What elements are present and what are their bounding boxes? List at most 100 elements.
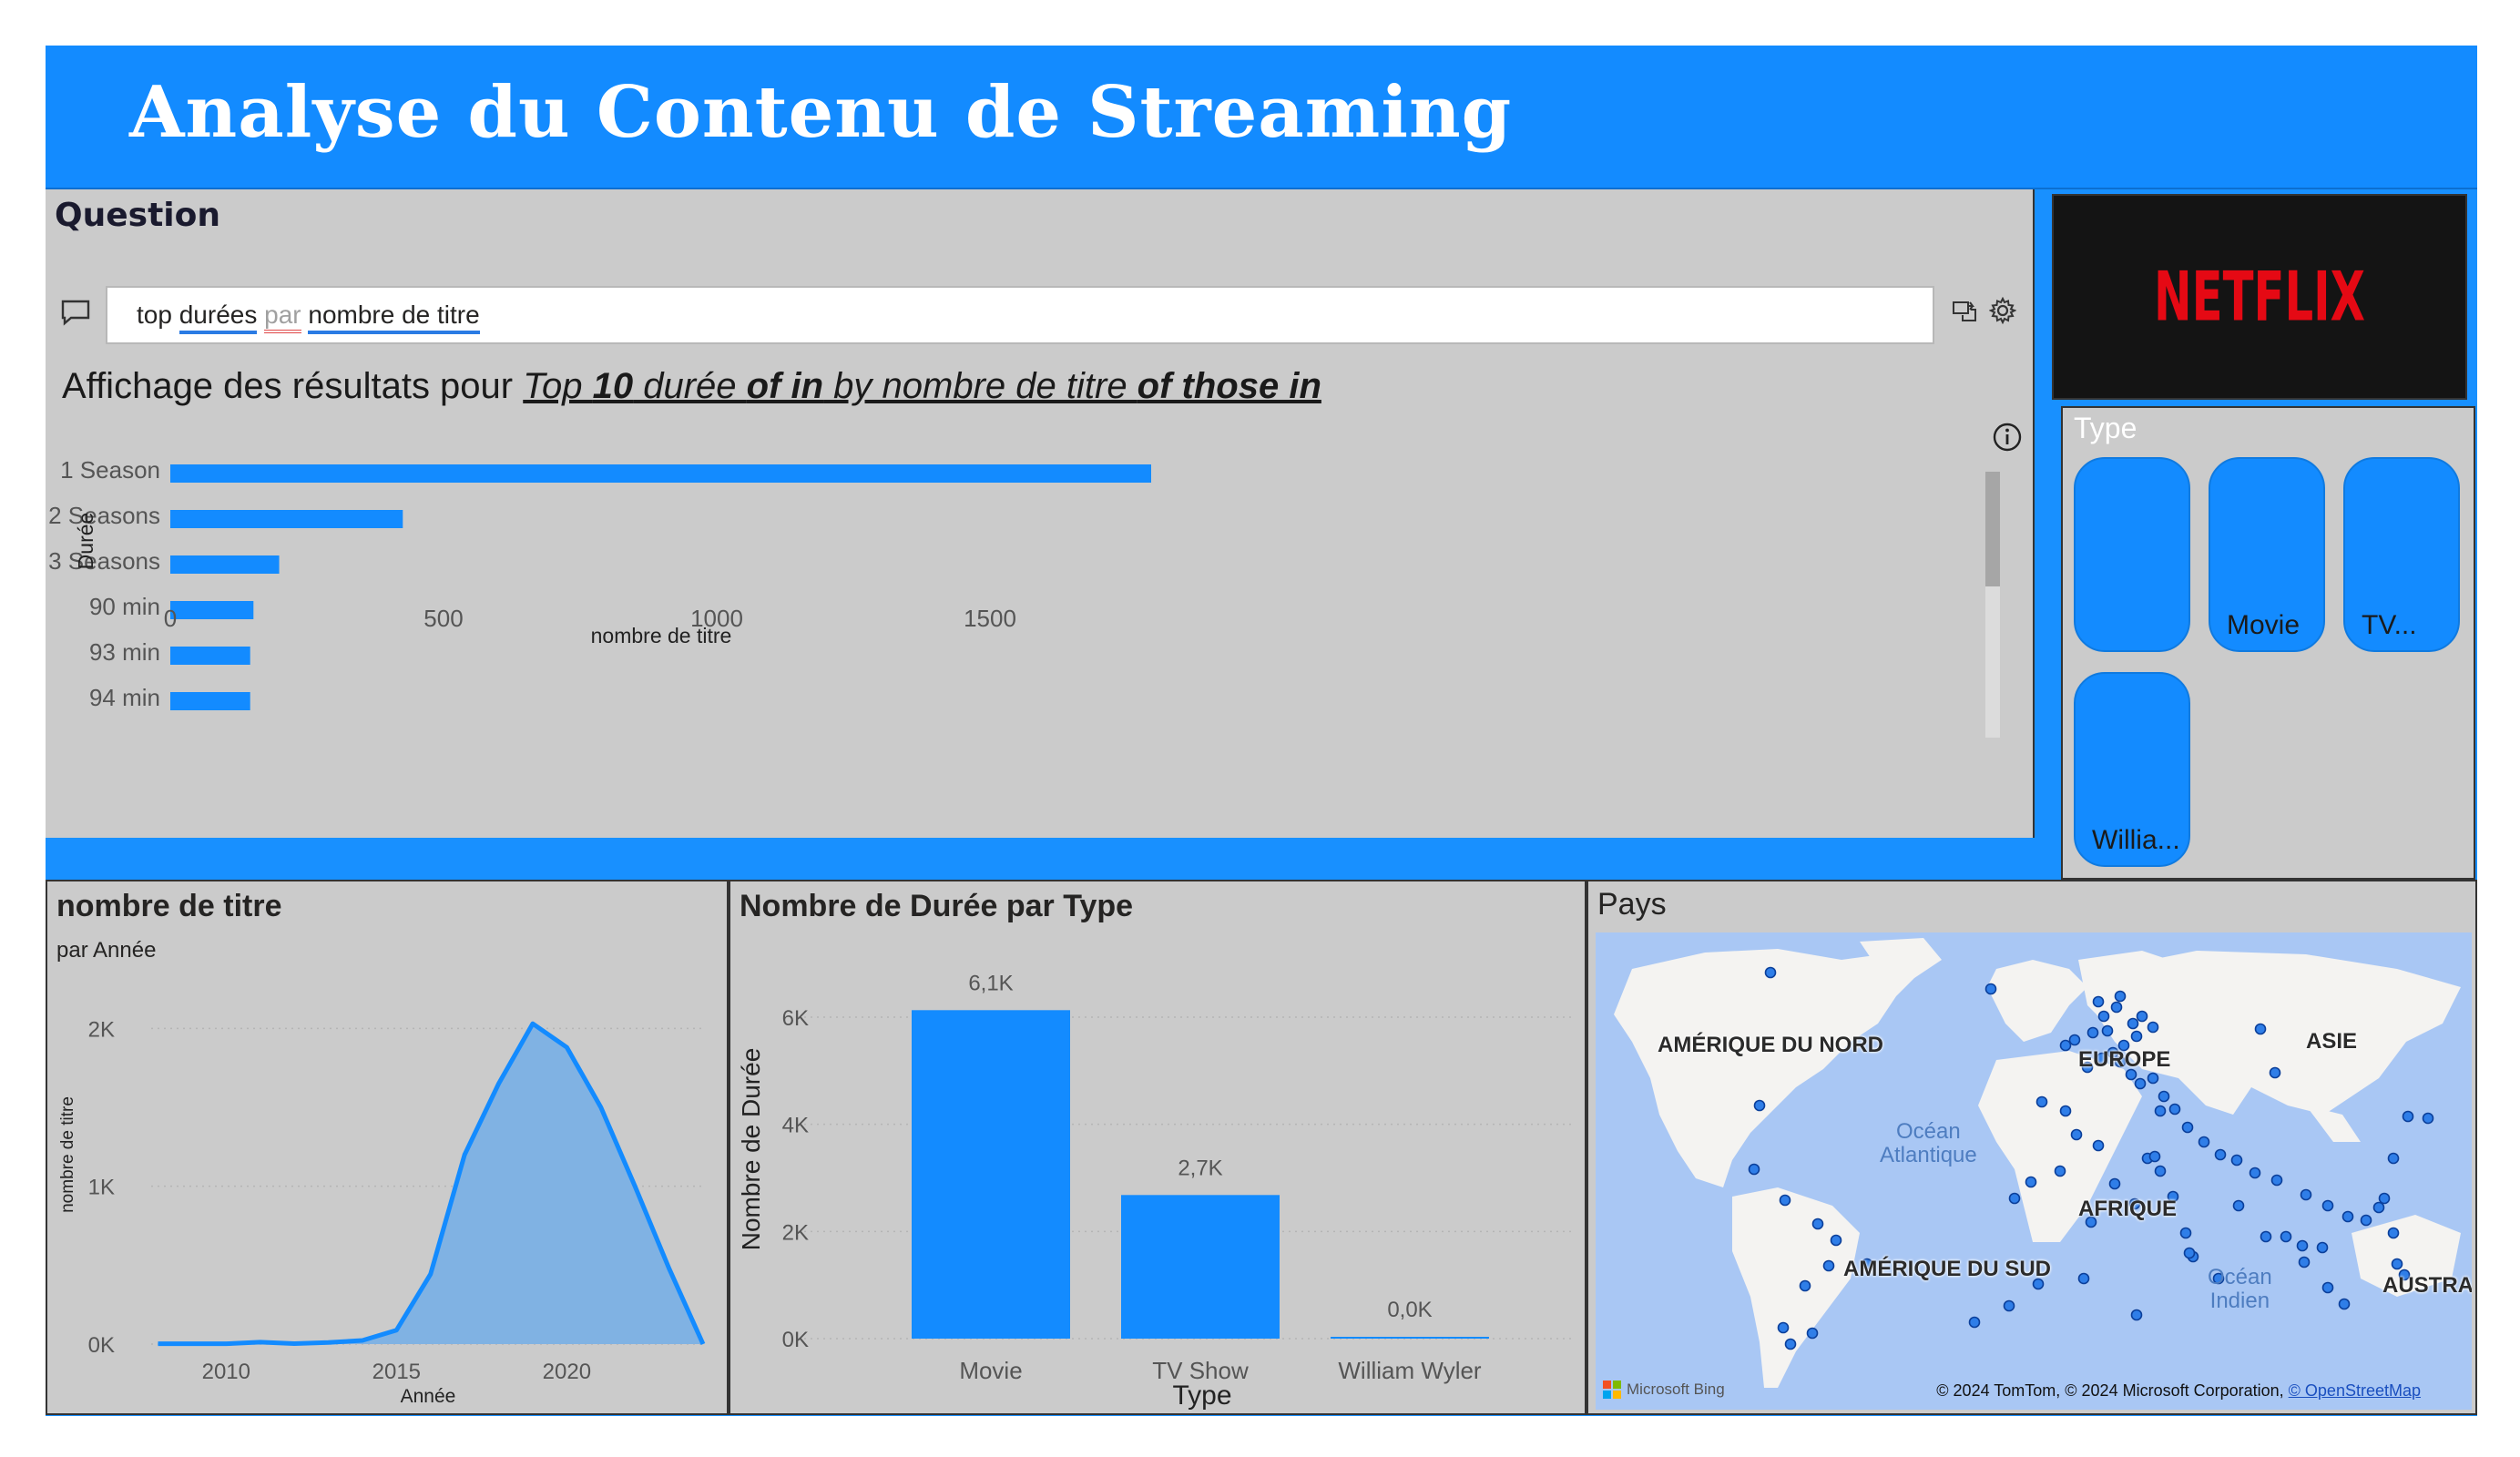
country-marker [2134, 1077, 2147, 1090]
country-marker [2298, 1256, 2311, 1269]
qa-result-restatement: Affichage des résultats pour Top 10 duré… [62, 366, 1321, 407]
country-marker [2300, 1188, 2312, 1201]
type-slicer: Type Movie TV... Willia... [2061, 406, 2475, 880]
qa-result-prefix: Affichage des résultats pour [62, 366, 524, 406]
country-marker [2070, 1128, 2083, 1141]
country-marker [2108, 1177, 2121, 1190]
y-tick-label: 0K [88, 1333, 115, 1358]
bar [1121, 1195, 1280, 1339]
country-marker [2296, 1239, 2309, 1252]
country-marker [2086, 1026, 2099, 1039]
slicer-tile-label: Willia... [2092, 825, 2180, 855]
slicer-tile-label: TV... [2362, 610, 2417, 640]
bar [1331, 1337, 1489, 1339]
x-tick-label: 2020 [543, 1360, 591, 1384]
settings-gear-icon[interactable] [1989, 297, 2016, 324]
country-marker [1753, 1099, 1766, 1112]
y-tick-label: 93 min [89, 638, 160, 666]
country-marker [2280, 1230, 2292, 1243]
country-marker [2360, 1214, 2372, 1227]
country-marker [1984, 983, 1997, 995]
country-marker [2097, 1010, 2110, 1023]
qa-result-part: Top [523, 366, 593, 406]
qa-token: nombre de titre [308, 301, 480, 334]
country-marker [2148, 1150, 2161, 1163]
map-attribution: © 2024 TomTom, © 2024 Microsoft Corporat… [1936, 1381, 2421, 1401]
qa-result-part: of in [746, 366, 824, 406]
bing-logo: Microsoft Bing [1603, 1381, 1725, 1399]
bar [170, 510, 403, 528]
country-marker [2181, 1121, 2194, 1134]
y-tick-label: 3 Seasons [48, 547, 160, 575]
map-label-australia: AUSTRA [2382, 1273, 2472, 1298]
country-marker [1784, 1338, 1797, 1350]
qa-search-input[interactable]: top durées par nombre de titre [106, 286, 1934, 344]
country-marker [2130, 1030, 2143, 1043]
x-tick-label: 2015 [372, 1360, 421, 1384]
slicer-tile-movie[interactable]: Movie [2209, 457, 2325, 652]
country-map-card: Pays AMÉRIQUE DU NORD EUROPE ASIE AFRIQU… [1586, 880, 2477, 1415]
netflix-logo: NETFLIX [2052, 194, 2467, 400]
world-map[interactable]: AMÉRIQUE DU NORD EUROPE ASIE AFRIQUE AMÉ… [1596, 932, 2472, 1410]
map-label-europe: EUROPE [2078, 1047, 2171, 1072]
country-marker [2068, 1034, 2081, 1046]
country-marker [2059, 1039, 2072, 1052]
country-points-layer [1748, 966, 2434, 1350]
qa-result-part: by nombre de titre [823, 366, 1138, 406]
country-marker [2059, 1105, 2072, 1117]
bar [170, 555, 280, 574]
x-tick-label: 1500 [964, 605, 1016, 632]
country-marker [2391, 1258, 2403, 1270]
country-marker [2136, 1010, 2148, 1023]
x-tick-label: William Wyler [1338, 1357, 1482, 1384]
data-label: 6,1K [968, 971, 1013, 995]
x-tick-label: 500 [423, 605, 463, 632]
country-marker [2387, 1152, 2400, 1165]
slicer-tile-blank[interactable] [2074, 457, 2190, 652]
map-label-atlantic: Océan Atlantique [1880, 1119, 1977, 1167]
x-tick-label: 0 [164, 605, 177, 632]
map-label-north-america: AMÉRIQUE DU NORD [1658, 1033, 1884, 1057]
qa-scrollbar[interactable] [1985, 472, 2000, 738]
area-fill [158, 1024, 704, 1344]
country-marker [2130, 1309, 2143, 1321]
country-marker [2402, 1110, 2414, 1123]
netflix-logo-text: NETFLIX [2154, 257, 2365, 336]
openstreetmap-link[interactable]: © OpenStreetMap [2289, 1381, 2421, 1400]
y-tick-label: 90 min [89, 593, 160, 620]
country-marker [2154, 1165, 2167, 1177]
titles-by-year-card: nombre de titre par Année 0K 1K 2K 2010 2015… [46, 880, 729, 1415]
y-axis-title: Durée [74, 513, 97, 570]
country-marker [2003, 1299, 2015, 1312]
info-icon[interactable] [1991, 421, 2024, 453]
qa-result-part: 10 [592, 366, 634, 406]
country-marker [2127, 1017, 2139, 1030]
qa-scrollbar-thumb[interactable] [1985, 472, 2000, 586]
country-marker [1968, 1316, 1981, 1329]
country-marker [2110, 1001, 2123, 1014]
country-marker [2158, 1090, 2170, 1103]
map-label-indian-ocean: Océan Indien [2208, 1265, 2272, 1313]
type-slicer-title: Type [2074, 412, 2137, 444]
country-marker [2422, 1112, 2434, 1125]
slicer-tile-tv-show[interactable]: TV... [2343, 457, 2460, 652]
map-label-south-america: AMÉRIQUE DU SUD [1843, 1257, 2052, 1281]
country-marker [2270, 1174, 2283, 1187]
slicer-tile-label: Movie [2227, 610, 2301, 640]
data-label: 0,0K [1387, 1298, 1432, 1322]
chat-icon[interactable] [60, 299, 91, 326]
slicer-tile-william-wyler[interactable]: Willia... [2074, 672, 2190, 867]
country-marker [2154, 1105, 2167, 1117]
qa-token: par [264, 301, 301, 333]
turn-into-visual-icon[interactable] [1951, 297, 1978, 324]
y-tick-label: 1 Season [60, 456, 160, 484]
country-marker [2378, 1192, 2391, 1205]
bar [912, 1010, 1070, 1339]
country-marker [2254, 1023, 2267, 1035]
country-marker [1806, 1327, 1819, 1340]
country-marker [1799, 1279, 1811, 1292]
country-marker [1748, 1163, 1760, 1176]
x-axis-title: Année [401, 1386, 456, 1407]
country-marker [2008, 1192, 2021, 1205]
x-axis-title: Type [1172, 1381, 1231, 1411]
